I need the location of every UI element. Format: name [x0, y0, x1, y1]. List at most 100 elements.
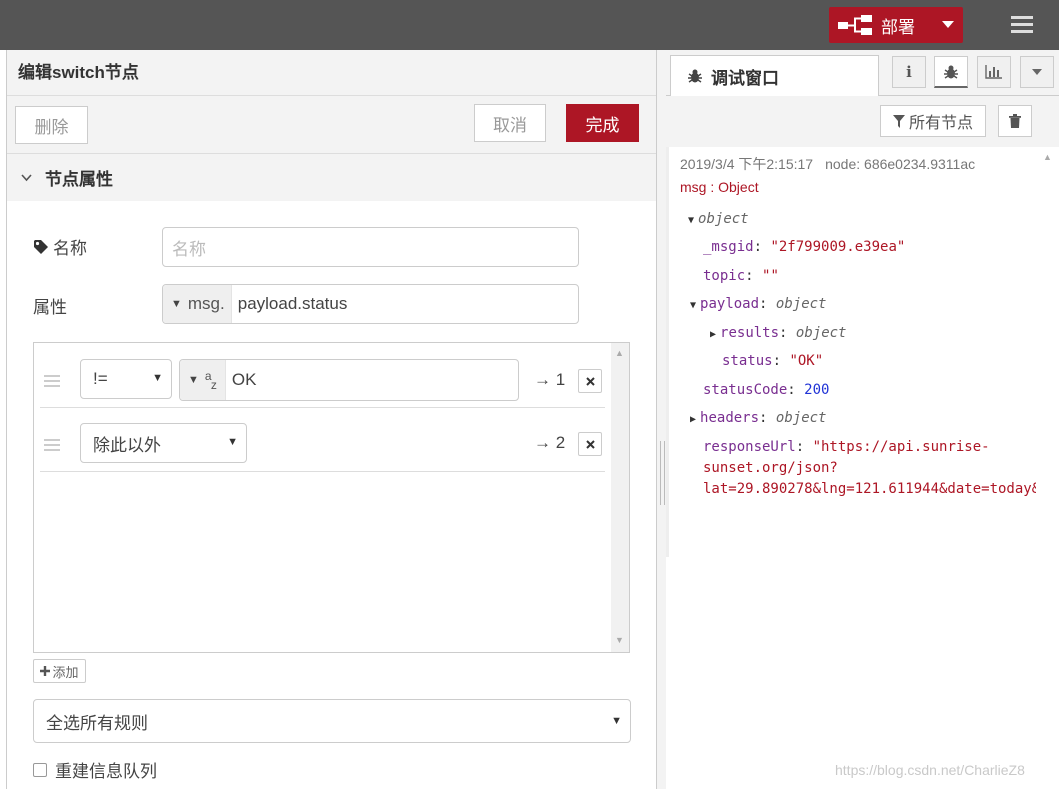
caret-down-icon: ▼ [611, 715, 622, 727]
property-prefix: msg. [187, 294, 225, 313]
section-node-properties[interactable]: 节点属性 [7, 154, 656, 201]
tree-value: lat=29.890278&lng=121.611944&date=today&… [703, 481, 1036, 497]
name-label-text: 名称 [53, 239, 87, 258]
filter-all-nodes-button[interactable]: 所有节点 [880, 105, 986, 137]
string-type-icon: az [204, 369, 217, 392]
tab-debug-icon[interactable] [934, 56, 968, 88]
debug-node-id[interactable]: node: 686e0234.9311ac [825, 156, 975, 172]
tab-debug-label: 调试窗口 [711, 68, 779, 88]
tree-value: "2f799009.e39ea" [770, 239, 906, 255]
tab-info[interactable]: i [892, 56, 926, 88]
remove-rule-button[interactable] [578, 369, 602, 393]
caret-right-icon: ▶ [710, 329, 717, 340]
info-icon: i [906, 63, 912, 81]
property-value: payload.status [237, 294, 348, 313]
tree-item-headers[interactable]: ▶ headers: object [690, 410, 826, 426]
drag-handle-icon[interactable] [44, 375, 60, 387]
tree-item-responseurl: responseUrl: "https://api.sunrise- [703, 439, 990, 455]
rule-value-type-selector[interactable]: ▼ az [180, 360, 226, 400]
tree-item-status: status: "OK" [722, 353, 824, 369]
filter-label: 所有节点 [908, 115, 973, 132]
rule-value-input[interactable]: ▼ az OK [179, 359, 519, 401]
editor-title: 编辑switch节点 [7, 50, 656, 96]
rule-row: 除此以外 ▼ → 2 [40, 407, 605, 472]
tree-item-results[interactable]: ▶ results: object [710, 325, 846, 341]
add-rule-button[interactable]: 添加 [33, 659, 86, 683]
tree-value: "https://api.sunrise- [812, 439, 990, 455]
done-button[interactable]: 完成 [566, 104, 639, 142]
tree-value: "OK" [789, 353, 824, 369]
header-bar: 部署 [0, 0, 1059, 50]
rule-value: OK [231, 370, 257, 389]
repair-label: 重建信息队列 [55, 762, 157, 781]
tree-key: results [720, 325, 780, 341]
rule-operator-select[interactable]: 除此以外 ▼ [80, 423, 247, 463]
remove-rule-button[interactable] [578, 432, 602, 456]
tab-debug[interactable]: 调试窗口 [670, 55, 879, 96]
tab-dashboard[interactable] [977, 56, 1011, 88]
tree-value: object [775, 296, 827, 312]
clear-debug-button[interactable] [998, 105, 1032, 137]
filter-icon [892, 114, 905, 128]
scroll-up-icon[interactable]: ▲ [615, 348, 624, 358]
check-mode-value: 全选所有规则 [46, 713, 148, 733]
cancel-button[interactable]: 取消 [474, 104, 546, 142]
rule-operator-select[interactable]: != ▼ [80, 359, 172, 399]
repair-checkbox[interactable] [33, 762, 47, 777]
hamburger-menu-button[interactable] [1000, 8, 1044, 42]
tree-item-statuscode: statusCode: 200 [703, 382, 830, 398]
rules-list: != ▼ ▼ az OK → 1 除此以外 ▼ → 2 ▲ ▼ [33, 342, 630, 653]
caret-down-icon [1032, 69, 1042, 75]
caret-right-icon: ▶ [690, 414, 697, 425]
rule-operator-value: != [93, 369, 108, 388]
rules-scrollbar[interactable]: ▲ ▼ [611, 343, 629, 652]
section-title: 节点属性 [45, 170, 113, 189]
sidebar-tabs: 调试窗口 i [666, 50, 1059, 96]
debug-timestamp: 2019/3/4 下午2:15:17 [680, 156, 814, 172]
close-icon [585, 376, 595, 386]
caret-down-icon: ▼ [171, 298, 182, 310]
add-rule-label: 添加 [52, 664, 79, 680]
close-icon [585, 439, 595, 449]
drag-handle-icon[interactable] [44, 439, 60, 451]
property-type-selector[interactable]: ▼ msg. [163, 285, 232, 323]
tree-root[interactable]: ▼ object [688, 211, 749, 227]
plus-icon [40, 666, 51, 676]
deploy-label: 部署 [881, 17, 915, 37]
tree-value: object [775, 410, 827, 426]
bar-chart-icon [985, 65, 1002, 79]
debug-scrollbar[interactable]: ▲ [1036, 147, 1059, 567]
sidebar: 调试窗口 i 所有节点 2019/3/4 下午2:15:17 node: 686… [666, 50, 1059, 789]
rule-output-1: → 1 [534, 370, 566, 389]
bug-icon [688, 69, 702, 83]
sidebar-menu-button[interactable] [1020, 56, 1054, 88]
debug-meta: 2019/3/4 下午2:15:17 node: 686e0234.9311ac [680, 154, 975, 174]
scroll-down-icon[interactable]: ▼ [615, 635, 624, 645]
sidebar-splitter[interactable] [657, 50, 666, 789]
rule-row: != ▼ ▼ az OK → 1 [40, 343, 605, 408]
delete-button[interactable]: 删除 [15, 106, 88, 144]
name-input[interactable]: 名称 [162, 227, 579, 267]
caret-down-icon: ▼ [688, 215, 695, 226]
caret-down-icon: ▼ [188, 374, 199, 386]
caret-down-icon: ▼ [690, 300, 697, 311]
tree-item-responseurl-cont: sunset.org/json? [703, 460, 838, 476]
deploy-button[interactable]: 部署 [829, 7, 963, 43]
node-editor-tray: 编辑switch节点 删除 取消 完成 节点属性 名称 名称 属性 ▼ msg.… [6, 50, 657, 789]
splitter-grip[interactable] [660, 441, 665, 505]
caret-down-icon[interactable] [933, 7, 963, 43]
deploy-icon [829, 7, 881, 43]
trash-icon [1009, 114, 1021, 128]
tree-value: object [795, 325, 847, 341]
property-input[interactable]: ▼ msg. payload.status [162, 284, 579, 324]
check-mode-select[interactable]: 全选所有规则 ▼ [33, 699, 631, 743]
tree-key: responseUrl [703, 439, 796, 455]
tag-icon [34, 239, 48, 254]
tree-key: _msgid [703, 239, 754, 255]
tree-key: statusCode [703, 382, 788, 398]
name-label: 名称 [33, 234, 87, 259]
tree-item-payload[interactable]: ▼ payload: object [690, 296, 826, 312]
debug-topic: msg : Object [680, 179, 759, 195]
tree-value: "" [762, 268, 779, 284]
scroll-up-icon[interactable]: ▲ [1043, 152, 1052, 162]
